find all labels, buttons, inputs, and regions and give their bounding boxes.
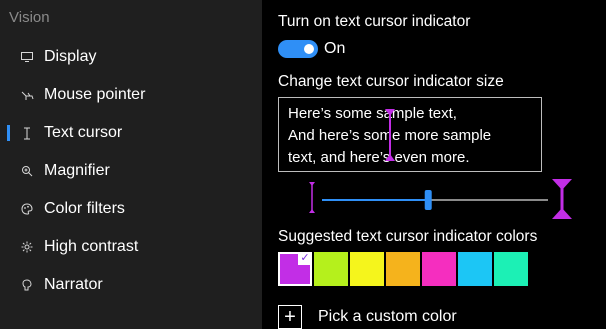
sidebar-item-text-cursor[interactable]: Text cursor	[0, 116, 262, 150]
mouse-pointer-icon	[18, 90, 36, 101]
sidebar-item-display[interactable]: Display	[0, 40, 262, 74]
main-panel: Turn on text cursor indicator On Change …	[262, 0, 606, 329]
color-filters-icon	[18, 203, 36, 215]
large-size-icon	[552, 179, 572, 219]
sidebar-item-mouse-pointer[interactable]: Mouse pointer	[0, 78, 262, 112]
magnifier-icon	[18, 165, 36, 177]
sidebar-item-label: High contrast	[44, 238, 139, 255]
monitor-icon	[18, 52, 36, 62]
active-indicator-bar	[7, 125, 10, 141]
small-size-icon	[309, 182, 315, 213]
text-cursor-indicator	[385, 109, 395, 161]
sidebar-item-label: Magnifier	[44, 162, 110, 179]
sidebar-item-narrator[interactable]: Narrator	[0, 268, 262, 302]
slider-graphic	[309, 179, 572, 219]
size-heading: Change text cursor indicator size	[278, 73, 504, 90]
sidebar-item-label: Color filters	[44, 200, 125, 217]
color-swatch-2[interactable]	[314, 252, 348, 286]
sample-text-line-1: Here’s some sample text,	[288, 105, 457, 122]
color-swatch-1[interactable]: ✓	[278, 252, 312, 286]
color-swatch-7[interactable]	[494, 252, 528, 286]
colors-heading: Suggested text cursor indicator colors	[278, 228, 538, 245]
indicator-size-slider[interactable]	[302, 178, 582, 220]
sidebar-item-color-filters[interactable]: Color filters	[0, 192, 262, 226]
sidebar-item-label: Text cursor	[44, 124, 123, 141]
sample-text-box: Here’s some sample text, And here’s some…	[278, 97, 542, 172]
sidebar-header: Vision	[9, 9, 50, 26]
color-swatch-3[interactable]	[350, 252, 384, 286]
sample-text-line-3: text, and here’s even more.	[288, 149, 470, 166]
indicator-toggle-heading: Turn on text cursor indicator	[278, 13, 471, 30]
toggle-knob	[304, 44, 314, 54]
sidebar-item-label: Mouse pointer	[44, 86, 146, 103]
color-swatch-6[interactable]	[458, 252, 492, 286]
plus-icon: +	[278, 305, 302, 329]
sidebar-item-high-contrast[interactable]: High contrast	[0, 230, 262, 264]
sidebar-item-label: Narrator	[44, 276, 103, 293]
color-swatch-5[interactable]	[422, 252, 456, 286]
narrator-icon	[18, 279, 36, 291]
sidebar-item-label: Display	[44, 48, 97, 65]
high-contrast-icon	[18, 241, 36, 253]
indicator-toggle-switch[interactable]	[278, 40, 318, 58]
custom-color-label: Pick a custom color	[318, 308, 457, 325]
text-cursor-icon	[18, 127, 36, 140]
color-swatch-4[interactable]	[386, 252, 420, 286]
toggle-state-label: On	[324, 40, 346, 57]
sidebar: Vision Display Mouse pointer Text cursor…	[0, 0, 262, 329]
color-swatches: ✓	[278, 252, 530, 286]
slider-thumb	[424, 190, 432, 210]
sidebar-item-magnifier[interactable]: Magnifier	[0, 154, 262, 188]
pick-custom-color-button[interactable]: + Pick a custom color	[278, 305, 457, 329]
checkmark-icon: ✓	[298, 252, 312, 265]
